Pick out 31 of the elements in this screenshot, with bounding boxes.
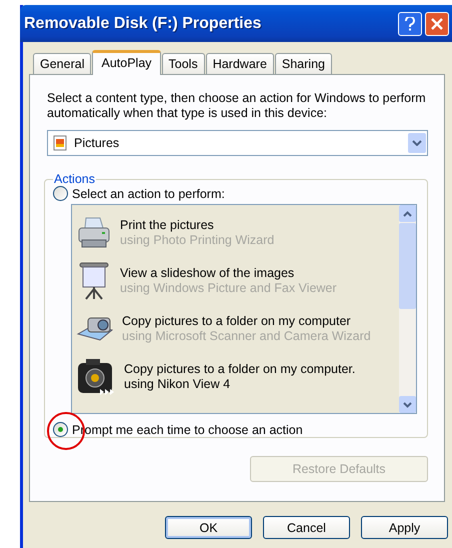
tab[interactable]: AutoPlay [92,50,161,75]
tab[interactable]: Sharing [274,53,332,74]
camera-icon [76,357,116,397]
action-title: Print the pictures [120,218,215,233]
dialog-button[interactable]: Apply [361,516,448,539]
action-title: View a slideshow of the images [120,266,296,281]
action-subtitle: using Nikon View 4 [124,377,232,392]
description-text: Select a content type, then choose an action for Windows to perform automatically when that type is used in this device: [47,91,427,121]
action-title: Copy pictures to a folder on my computer [122,314,352,329]
scroll-down-icon [403,402,412,408]
window-title: Removable Disk (F:) Properties [24,14,262,32]
tab[interactable]: General [33,53,92,74]
action-subtitle: using Windows Picture and Fax Viewer [120,281,337,296]
action-title: Copy pictures to a folder on my computer. [124,362,356,377]
content-type-dropdown[interactable]: Pictures [47,130,428,156]
radio-button[interactable] [53,186,68,201]
help-icon [405,16,415,30]
picture-icon [52,135,68,151]
scroll-up-icon [403,210,412,216]
radio-button[interactable] [53,422,68,437]
help-button[interactable] [398,12,422,36]
group-title: Actions [53,172,96,186]
action-subtitle: using Microsoft Scanner and Camera Wizard [122,329,371,344]
dialog-button[interactable]: OK [165,516,252,539]
tab[interactable]: Hardware [206,53,274,74]
action-subtitle: using Photo Printing Wizard [120,233,274,248]
dialog-button[interactable]: Cancel [263,516,350,539]
close-icon [431,18,443,30]
radio-label[interactable]: Select an action to perform: [72,186,225,200]
tab[interactable]: Tools [162,53,205,74]
close-button[interactable] [425,12,449,36]
